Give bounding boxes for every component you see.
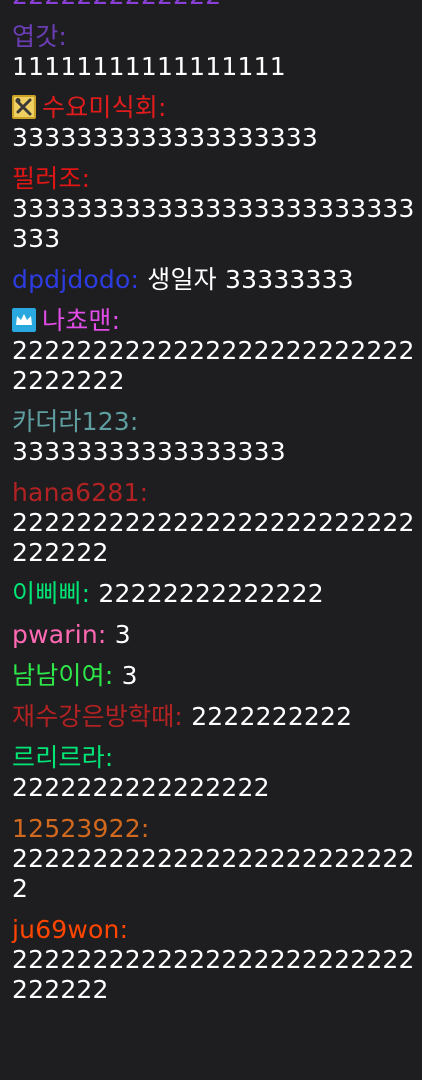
chat-username[interactable]: 재수강은방학때 [12,702,174,731]
crown-badge-icon [12,308,36,332]
chat-colon: : [58,22,68,51]
chat-message: dpdjdodo: 생일자 33333333 [12,265,416,295]
chat-message: 2222222222222 [12,0,416,11]
chat-username[interactable]: 12523922 [12,814,141,843]
chat-message-text: 2222222222222222 [12,773,270,802]
chat-message-text: 2222222222222222222222222222222 [12,508,415,567]
chat-message: pwarin: 3 [12,620,416,650]
chat-username[interactable]: 나쵸맨 [42,306,112,335]
chat-colon: : [104,743,114,772]
chat-colon: : [111,306,121,335]
chat-colon: : [139,478,149,507]
chat-message-text: 3 [114,620,131,649]
tools-badge-icon [12,95,36,119]
chat-list: 2222222222222엽갓:11111111111111111수요미식회:3… [0,0,422,1080]
chat-message-text: 22222222222222222222222222222222 [12,336,415,395]
chat-colon: : [140,814,150,843]
chat-username[interactable]: 엽갓 [12,22,58,51]
chat-message-text: 22222222222222 [98,579,324,608]
chat-colon: : [174,702,184,731]
chat-message-text: 생일자 33333333 [147,265,354,294]
chat-message-text: 2222222222 [191,702,353,731]
chat-message: hana6281: 2222222222222222222222222222222 [12,478,416,568]
chat-username[interactable]: 수요미식회 [42,93,158,122]
chat-message: 수요미식회: 3333333333333333333 [12,93,416,153]
chat-message-text: 3333333333333333333333333333 [12,194,415,253]
chat-message: 필러조: 3333333333333333333333333333 [12,164,416,254]
chat-colon: : [104,661,114,690]
chat-colon: : [119,915,129,944]
chat-username[interactable]: hana6281 [12,478,140,507]
chat-username[interactable]: 남남이여 [12,661,105,690]
chat-colon: : [129,407,139,436]
chat-message: 재수강은방학때: 2222222222 [12,702,416,732]
chat-colon: : [158,93,167,122]
chat-message-text: 2222222222222 [12,0,221,10]
chat-colon: : [81,164,91,193]
chat-colon: : [97,620,107,649]
chat-message: ju69won: 2222222222222222222222222222222 [12,915,416,1005]
chat-username[interactable]: 르리르라 [12,743,105,772]
chat-message: 이삐삐: 22222222222222 [12,579,416,609]
chat-username[interactable]: ju69won [12,915,120,944]
chat-message: 르리르라: 2222222222222222 [12,743,416,803]
chat-message: 카더라123: 33333333333333333 [12,407,416,467]
chat-message-text: 2222222222222222222222222222222 [12,945,415,1004]
chat-message: 남남이여: 3 [12,661,416,691]
chat-message-text: 3333333333333333333 [12,123,319,152]
chat-message-text: 3 [121,661,138,690]
chat-username[interactable]: 필러조 [12,164,82,193]
chat-username[interactable]: 이삐삐 [12,579,82,608]
chat-colon: : [130,265,140,294]
chat-message-text: 11111111111111111 [12,52,286,81]
chat-username[interactable]: pwarin [12,620,98,649]
chat-username[interactable]: 카더라123 [12,407,130,436]
chat-message: 나쵸맨: 22222222222222222222222222222222 [12,306,416,396]
chat-username[interactable]: dpdjdodo [12,265,130,294]
chat-message-text: 33333333333333333 [12,437,286,466]
chat-message-text: 22222222222222222222222222 [12,844,415,903]
chat-colon: : [81,579,91,608]
chat-message: 12523922: 22222222222222222222222222 [12,814,416,904]
chat-message: 엽갓: 11111111111111111 [12,22,416,82]
